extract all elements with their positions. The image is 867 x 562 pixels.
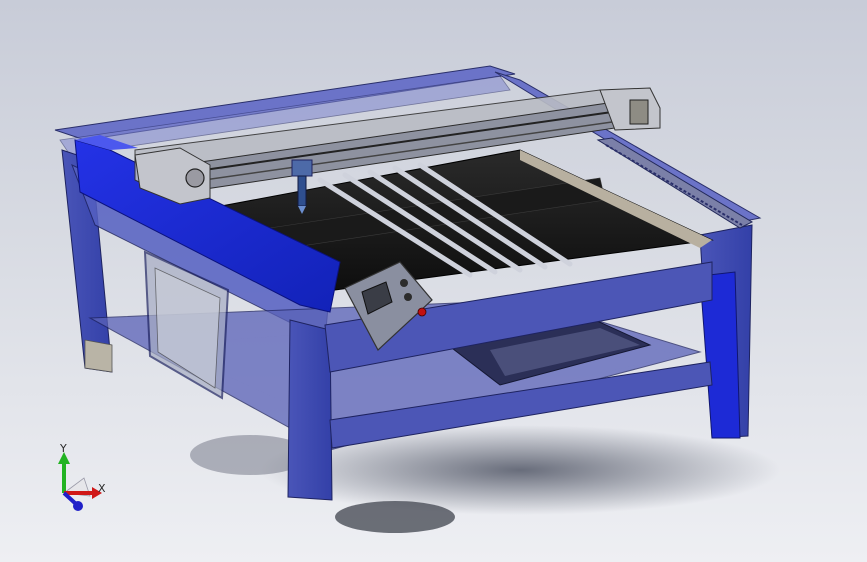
emergency-stop-button[interactable] — [417, 307, 427, 317]
left-rear-foot — [84, 339, 113, 373]
ground-shadow — [335, 501, 455, 533]
torch-carriage[interactable] — [291, 159, 313, 177]
x-axis-label: X — [98, 482, 106, 495]
control-knob[interactable] — [404, 293, 412, 301]
control-knob[interactable] — [400, 279, 408, 287]
coordinate-triad: Y X — [44, 438, 124, 518]
y-axis-label: Y — [60, 442, 67, 455]
cnc-cutting-machine-model[interactable] — [0, 0, 867, 562]
left-drive-motor[interactable] — [185, 168, 205, 188]
cad-viewport[interactable]: Y X — [0, 0, 867, 562]
right-drive-motor[interactable] — [629, 99, 649, 125]
front-left-leg[interactable] — [287, 319, 333, 501]
torch-head[interactable] — [297, 175, 307, 207]
z-axis-tip — [73, 501, 83, 511]
